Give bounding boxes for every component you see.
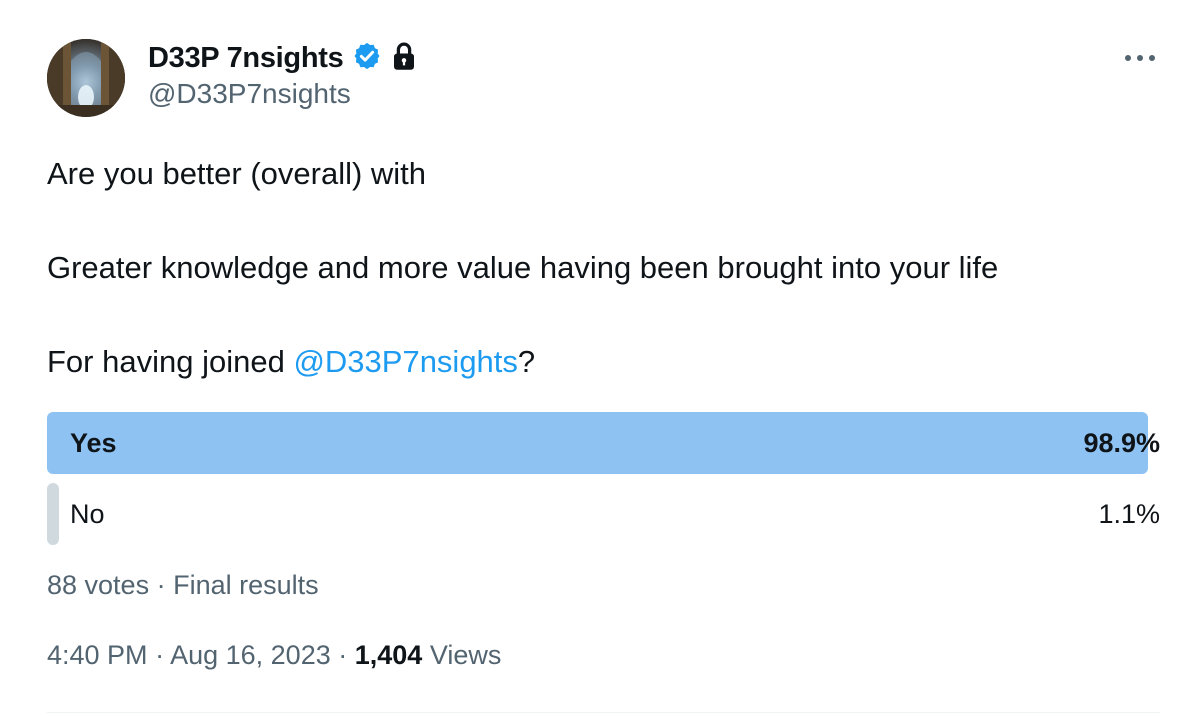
poll-option-percent: 1.1%: [1098, 499, 1160, 529]
poll-option-label: No: [70, 499, 105, 529]
separator: ·: [149, 570, 174, 600]
tweet-line-2: Greater knowledge and more value having …: [47, 250, 999, 285]
tweet-line-3: For having joined @D33P7nsights?: [47, 338, 1167, 385]
mention-link[interactable]: @D33P7nsights: [293, 344, 517, 379]
tweet-time[interactable]: 4:40 PM: [47, 640, 148, 670]
author-handle[interactable]: @D33P7nsights: [148, 78, 351, 110]
verified-badge-icon[interactable]: [352, 41, 382, 76]
poll-option-label: Yes: [70, 428, 117, 458]
poll-bar-no: [47, 483, 60, 545]
separator: ·: [147, 640, 171, 670]
poll-option-yes: Yes 98.9%: [47, 412, 1160, 474]
divider: [47, 712, 1160, 713]
author-avatar[interactable]: [47, 39, 125, 117]
more-options-button[interactable]: [1118, 46, 1162, 70]
cathedral-avatar-icon: [47, 39, 125, 117]
tweet-line-1: Are you better (overall) with: [47, 156, 427, 191]
tweet-line-3-prefix: For having joined: [47, 344, 294, 379]
author-name-row: D33P 7nsights: [148, 38, 417, 78]
poll-option-percent: 98.9%: [1083, 428, 1160, 458]
poll-summary: 88 votes · Final results: [47, 570, 319, 601]
views-count[interactable]: 1,404: [355, 640, 423, 670]
poll-bar-yes: [47, 412, 1148, 474]
more-options-icon: [1125, 55, 1155, 61]
tweet-text: Are you better (overall) with Greater kn…: [47, 150, 1167, 432]
tweet-metadata: 4:40 PM · Aug 16, 2023 · 1,404 Views: [47, 640, 501, 671]
separator: ·: [330, 640, 355, 670]
tweet-card: D33P 7nsights @D33P7nsights Are you bett…: [0, 0, 1200, 717]
poll-option-no: No 1.1%: [47, 483, 1160, 545]
views-label: Views: [422, 640, 502, 670]
poll-votes: 88 votes: [47, 570, 150, 600]
tweet-line-3-suffix: ?: [517, 344, 536, 379]
tweet-date[interactable]: Aug 16, 2023: [170, 640, 331, 670]
poll-status: Final results: [173, 570, 319, 600]
lock-icon: [391, 41, 417, 76]
author-display-name[interactable]: D33P 7nsights: [148, 42, 344, 75]
